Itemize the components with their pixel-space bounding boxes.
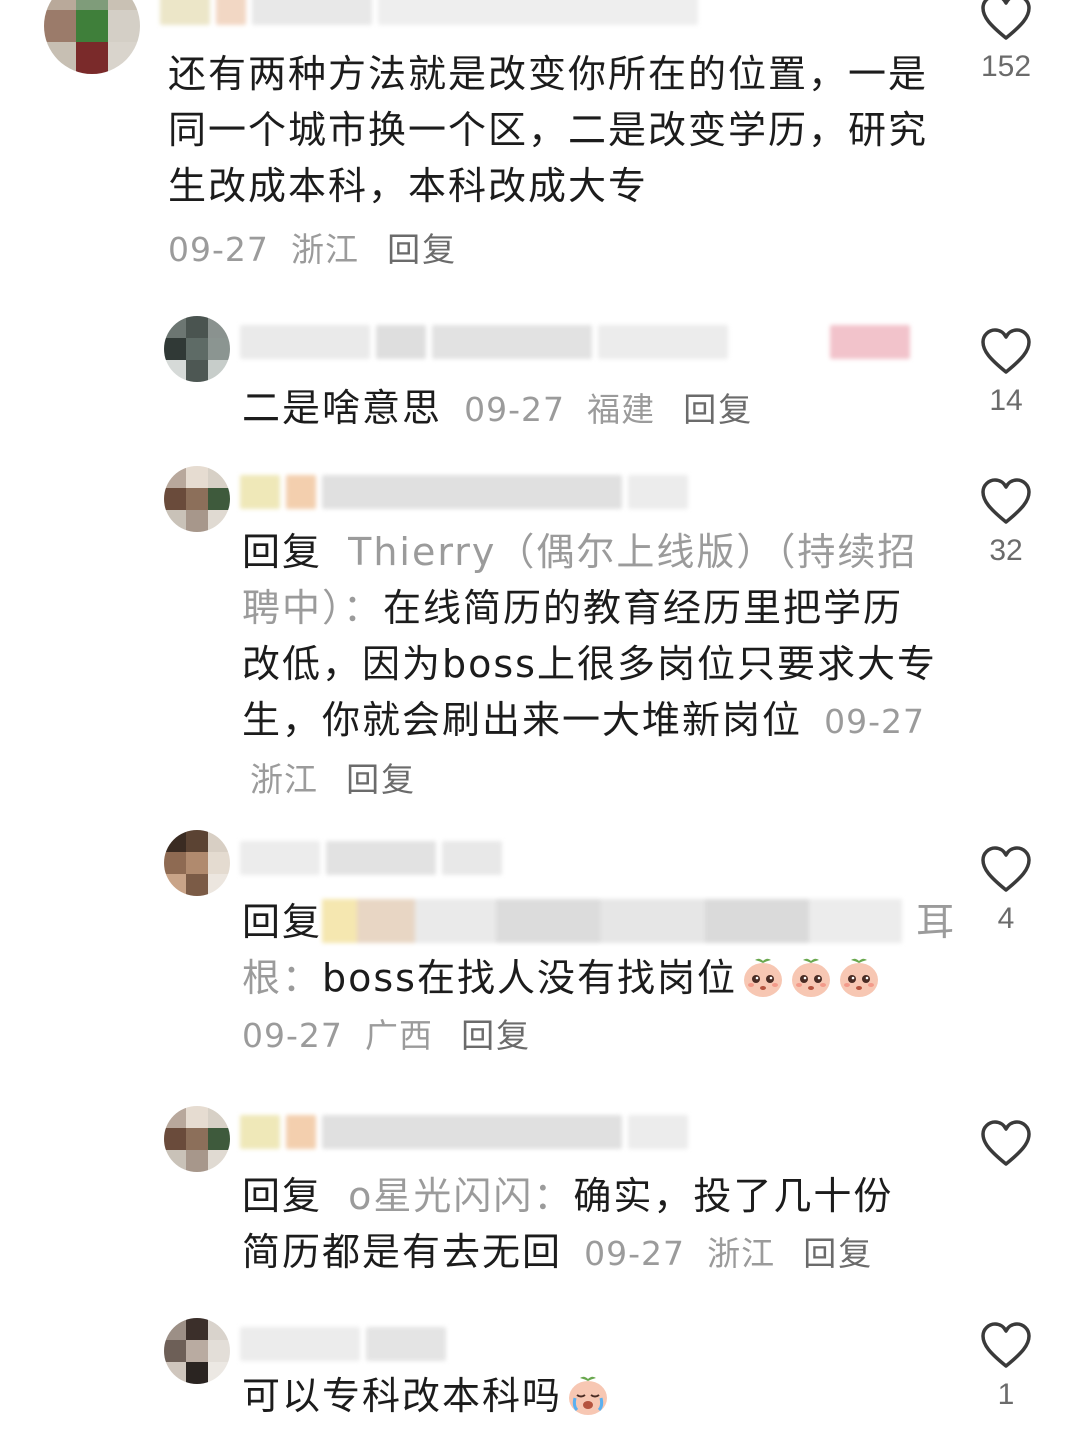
reply-prefix: 回复 bbox=[242, 530, 323, 574]
reply-prefix: 回复 bbox=[242, 900, 323, 944]
reply-button[interactable]: 回复 bbox=[803, 1234, 873, 1273]
comment-text-block: 回复 耳根：boss在找人没有找岗位 09-27 广西 回复 bbox=[242, 894, 962, 1064]
comment-location: 浙江 bbox=[707, 1234, 776, 1273]
comment-location: 福建 bbox=[587, 390, 656, 429]
crying-peach-emoji bbox=[569, 1376, 608, 1415]
comment-text: 可以专科改本科吗 bbox=[242, 1374, 563, 1418]
heart-outline-icon bbox=[981, 1322, 1031, 1368]
like-button[interactable]: 14 bbox=[978, 328, 1034, 418]
reply-button[interactable]: 回复 bbox=[683, 390, 753, 429]
like-button[interactable]: 152 bbox=[978, 0, 1034, 84]
reply-button[interactable]: 回复 bbox=[346, 760, 416, 799]
like-button[interactable]: 1 bbox=[978, 1322, 1034, 1412]
comment-date: 09-27 bbox=[824, 702, 925, 741]
heart-outline-icon bbox=[981, 478, 1031, 524]
comment-meta: 09-27 浙江 回复 bbox=[168, 220, 868, 278]
comment-text: boss在找人没有找岗位 bbox=[322, 956, 737, 1000]
crying-peach-emoji bbox=[791, 958, 830, 997]
heart-outline-icon bbox=[981, 328, 1031, 374]
like-count: 14 bbox=[989, 384, 1023, 417]
reply-target-user[interactable]: o星光闪闪： bbox=[348, 1174, 573, 1218]
like-button[interactable]: 32 bbox=[978, 478, 1034, 568]
comment-date: 09-27 bbox=[242, 1016, 343, 1055]
comment-line: 可以专科改本科吗 bbox=[242, 1368, 942, 1424]
like-count: 32 bbox=[989, 534, 1023, 567]
comment-text: 还有两种方法就是改变你所在的位置，一是同一个城市换一个区，二是改变学历，研究生改… bbox=[168, 52, 929, 208]
crying-peach-emoji bbox=[839, 958, 878, 997]
reply-button[interactable]: 回复 bbox=[461, 1016, 531, 1055]
avatar[interactable] bbox=[164, 1318, 230, 1384]
avatar[interactable] bbox=[164, 830, 230, 896]
like-button[interactable]: 4 bbox=[978, 846, 1034, 936]
like-count: 152 bbox=[980, 50, 1032, 83]
heart-outline-icon bbox=[981, 1120, 1031, 1166]
comment-date: 09-27 bbox=[168, 230, 269, 269]
username-blurred[interactable] bbox=[240, 1110, 688, 1154]
username-blurred[interactable] bbox=[240, 1322, 446, 1366]
avatar[interactable] bbox=[164, 1106, 230, 1172]
like-button[interactable] bbox=[978, 1120, 1034, 1176]
comment-location: 浙江 bbox=[290, 230, 359, 269]
avatar[interactable] bbox=[164, 466, 230, 532]
reply-button[interactable]: 回复 bbox=[387, 230, 457, 269]
avatar[interactable] bbox=[44, 0, 140, 74]
crying-peach-emoji bbox=[743, 958, 782, 997]
like-count: 1 bbox=[997, 1378, 1015, 1411]
comment-date: 09-27 bbox=[584, 1234, 685, 1273]
username-blurred[interactable] bbox=[160, 0, 698, 30]
reply-target-blurred bbox=[322, 899, 903, 943]
heart-outline-icon bbox=[981, 0, 1031, 40]
comment-text: 二是啥意思 bbox=[242, 386, 443, 430]
comment-text-block: 回复 o星光闪闪：确实，投了几十份简历都是有去无回 09-27 浙江 回复 bbox=[242, 1168, 922, 1282]
reply-prefix: 回复 bbox=[242, 1174, 323, 1218]
comment-text-block: 回复 Thierry（偶尔上线版）（持续招聘中）：在线简历的教育经历里把学历改低… bbox=[242, 524, 942, 808]
comment-location: 广西 bbox=[364, 1016, 433, 1055]
like-count: 4 bbox=[997, 902, 1015, 935]
username-blurred[interactable] bbox=[240, 470, 688, 514]
comment-line: 二是啥意思 09-27 福建 回复 bbox=[242, 380, 962, 438]
heart-outline-icon bbox=[981, 846, 1031, 892]
username-blurred[interactable] bbox=[240, 320, 910, 364]
comment-location: 浙江 bbox=[250, 760, 318, 799]
avatar[interactable] bbox=[164, 316, 230, 382]
username-blurred[interactable] bbox=[240, 836, 502, 880]
comment-date: 09-27 bbox=[464, 390, 565, 429]
